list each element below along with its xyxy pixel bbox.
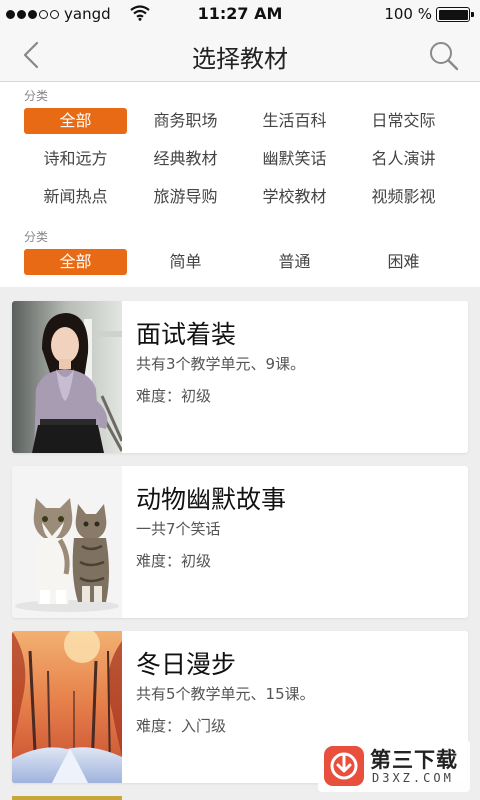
category-option-travel[interactable]: 旅游导购	[134, 184, 237, 210]
battery-percent: 100 %	[384, 5, 432, 23]
course-card[interactable]: 动物幽默故事 一共7个笑话 难度：初级	[12, 466, 468, 618]
category-option-news[interactable]: 新闻热点	[24, 184, 127, 210]
category-option-all[interactable]: 全部	[24, 108, 127, 134]
course-level: 难度：入门级	[136, 717, 227, 735]
watermark-title: 第三下载	[370, 748, 458, 772]
category-option-school[interactable]: 学校教材	[243, 184, 346, 210]
watermark-domain: D3XZ.COM	[372, 771, 454, 785]
download-logo-icon	[324, 746, 364, 786]
next-course-thumbnail-edge	[12, 796, 122, 800]
category-option-social[interactable]: 日常交际	[352, 108, 455, 134]
woman-portrait-image	[12, 301, 122, 453]
course-title: 面试着装	[136, 320, 237, 349]
difficulty-option-all[interactable]: 全部	[24, 249, 127, 275]
search-icon[interactable]	[428, 40, 460, 72]
site-watermark: 第三下载 D3XZ.COM	[318, 740, 470, 792]
difficulty-filter-label: 分类	[24, 230, 49, 244]
course-description: 共有5个教学单元、15课。	[136, 685, 315, 703]
course-list: 面试着装 共有3个教学单元、9课。 难度：初级 动物幽默故事 一共7个笑话 难度…	[0, 287, 480, 800]
category-option-life[interactable]: 生活百科	[243, 108, 346, 134]
battery-icon	[436, 7, 474, 22]
course-title: 冬日漫步	[136, 650, 237, 679]
category-option-speech[interactable]: 名人演讲	[352, 146, 455, 172]
difficulty-option-normal[interactable]: 普通	[243, 249, 346, 275]
filter-panel: 分类 全部 商务职场 生活百科 日常交际 诗和远方 经典教材 幽默笑话 名人演讲…	[0, 83, 480, 286]
category-option-video[interactable]: 视频影视	[352, 184, 455, 210]
category-option-business[interactable]: 商务职场	[134, 108, 237, 134]
page-title: 选择教材	[192, 45, 288, 73]
course-description: 一共7个笑话	[136, 520, 221, 538]
course-level: 难度：初级	[136, 552, 212, 570]
category-filter-label: 分类	[24, 89, 49, 103]
course-card[interactable]: 面试着装 共有3个教学单元、9课。 难度：初级	[12, 301, 468, 453]
difficulty-option-easy[interactable]: 简单	[134, 249, 237, 275]
course-description: 共有3个教学单元、9课。	[136, 355, 306, 373]
difficulty-option-hard[interactable]: 困难	[352, 249, 455, 275]
category-option-poetry[interactable]: 诗和远方	[24, 146, 127, 172]
navigation-bar: 选择教材	[0, 28, 480, 82]
winter-forest-image	[12, 631, 122, 783]
status-bar: yangd 11:27 AM 100 %	[0, 0, 480, 28]
course-level: 难度：初级	[136, 387, 212, 405]
category-option-humor[interactable]: 幽默笑话	[243, 146, 346, 172]
category-option-classic[interactable]: 经典教材	[134, 146, 237, 172]
course-title: 动物幽默故事	[136, 485, 287, 514]
kittens-image	[12, 466, 122, 618]
